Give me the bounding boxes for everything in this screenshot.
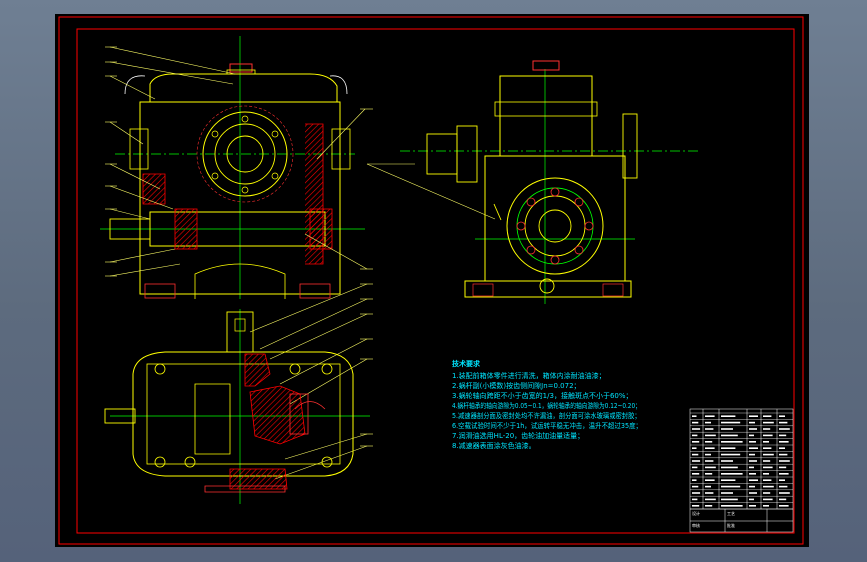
tb-label-review: 审核 xyxy=(692,523,700,528)
note-line-1: 1.装配前箱体零件进行清洗，箱体内涂耐油油漆； xyxy=(452,372,606,380)
side-view xyxy=(400,60,700,304)
tb-label-design: 设计 xyxy=(692,511,700,516)
cad-viewport[interactable]: 技术要求 1.装配前箱体零件进行清洗，箱体内涂耐油油漆； 2.蜗杆副(小模数)按… xyxy=(55,14,809,547)
notes-title: 技术要求 xyxy=(452,360,480,368)
note-line-2: 2.蜗杆副(小模数)按齿侧间隙Jn=0.072； xyxy=(452,382,581,390)
parts-list-cells xyxy=(692,415,790,507)
tb-label-process: 工艺 xyxy=(727,511,735,516)
note-line-6: 6.空载试验时间不少于1h，试运转平稳无冲击，温升不超过35度； xyxy=(452,422,642,430)
note-line-3: 3.蜗轮轴向跨距不小于齿宽的1/3，接触斑点不小于60%； xyxy=(452,392,633,400)
note-line-5: 5.减速器剖分面及密封处均不许漏油，剖分面可涂水玻璃或密封胶； xyxy=(452,412,641,420)
assembly-drawing xyxy=(58,16,804,545)
note-line-7: 7.润滑油选用HL-20，齿轮油加油量适量； xyxy=(452,432,585,440)
tb-label-approve: 批准 xyxy=(727,523,735,528)
front-section-view xyxy=(100,36,365,299)
top-section-view xyxy=(104,309,370,504)
outer-frame xyxy=(58,16,804,545)
note-line-8: 8.减速器表面涂灰色油漆。 xyxy=(452,442,536,450)
note-line-4: 4.蜗杆轴承的轴向游隙为0.05~0.1，蜗轮轴承的轴向游隙为0.12~0.20… xyxy=(452,402,641,410)
technical-requirements: 技术要求 1.装配前箱体零件进行清洗，箱体内涂耐油油漆； 2.蜗杆副(小模数)按… xyxy=(430,359,685,459)
